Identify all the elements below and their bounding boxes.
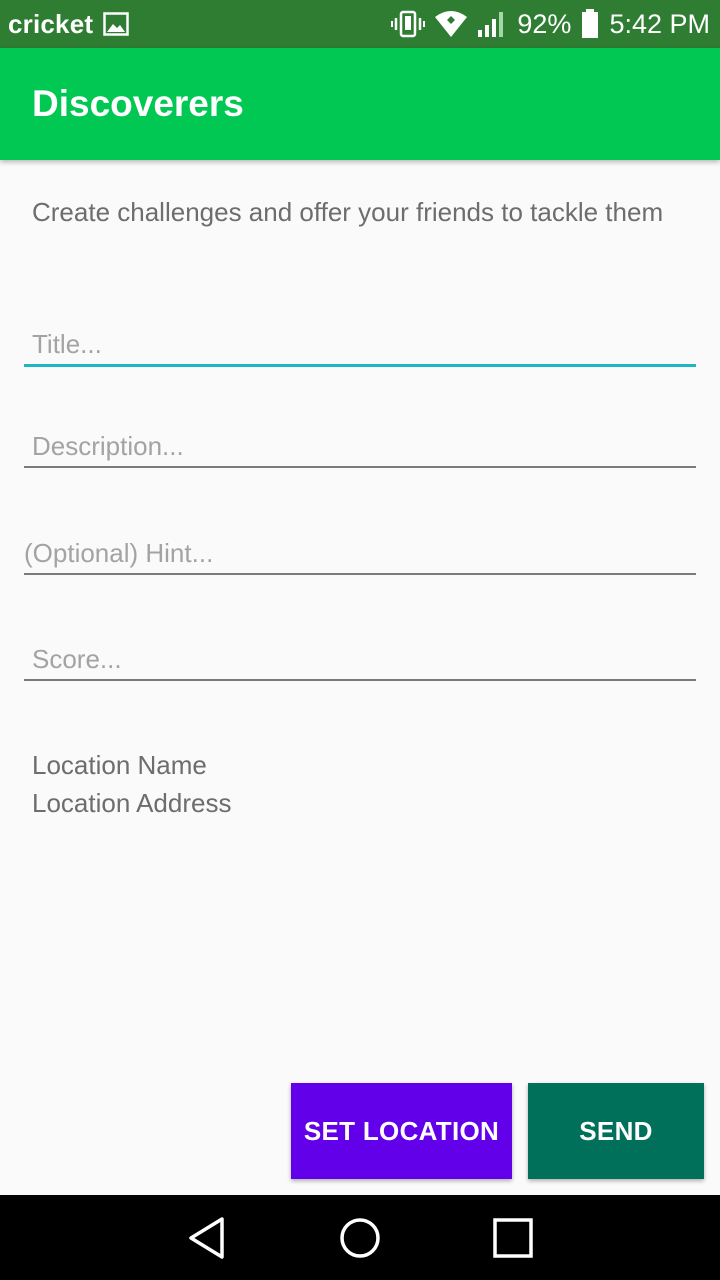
back-button[interactable] (177, 1208, 237, 1268)
location-address: Location Address (32, 788, 232, 818)
app-bar: Discoverers (0, 48, 720, 160)
recents-button[interactable] (483, 1208, 543, 1268)
set-location-button[interactable]: SET LOCATION (291, 1083, 512, 1179)
app-title: Discoverers (32, 83, 244, 124)
title-input[interactable] (24, 328, 696, 364)
title-field[interactable] (24, 328, 696, 367)
image-notification-icon (103, 12, 129, 36)
carrier-name: cricket (8, 8, 94, 39)
signal-icon (478, 12, 504, 37)
location-name: Location Name (32, 750, 207, 780)
score-field[interactable] (24, 643, 696, 681)
navigation-bar (0, 1195, 720, 1280)
hint-input[interactable] (24, 537, 696, 573)
score-input[interactable] (24, 643, 696, 679)
status-bar: cricket 92% 5:42 PM (0, 0, 720, 48)
back-triangle-icon (188, 1216, 224, 1259)
battery-icon (582, 9, 599, 38)
home-button[interactable] (330, 1208, 390, 1268)
send-button[interactable]: SEND (528, 1083, 704, 1179)
hint-field[interactable] (24, 537, 696, 575)
clock: 5:42 PM (609, 8, 710, 39)
description-field[interactable] (24, 430, 696, 468)
wifi-icon (435, 11, 468, 37)
intro-text: Create challenges and offer your friends… (32, 197, 664, 227)
description-input[interactable] (24, 430, 696, 466)
vibrate-icon (391, 10, 426, 38)
battery-percentage: 92% (517, 8, 572, 39)
recents-square-icon (493, 1217, 534, 1258)
home-circle-icon (340, 1217, 380, 1258)
